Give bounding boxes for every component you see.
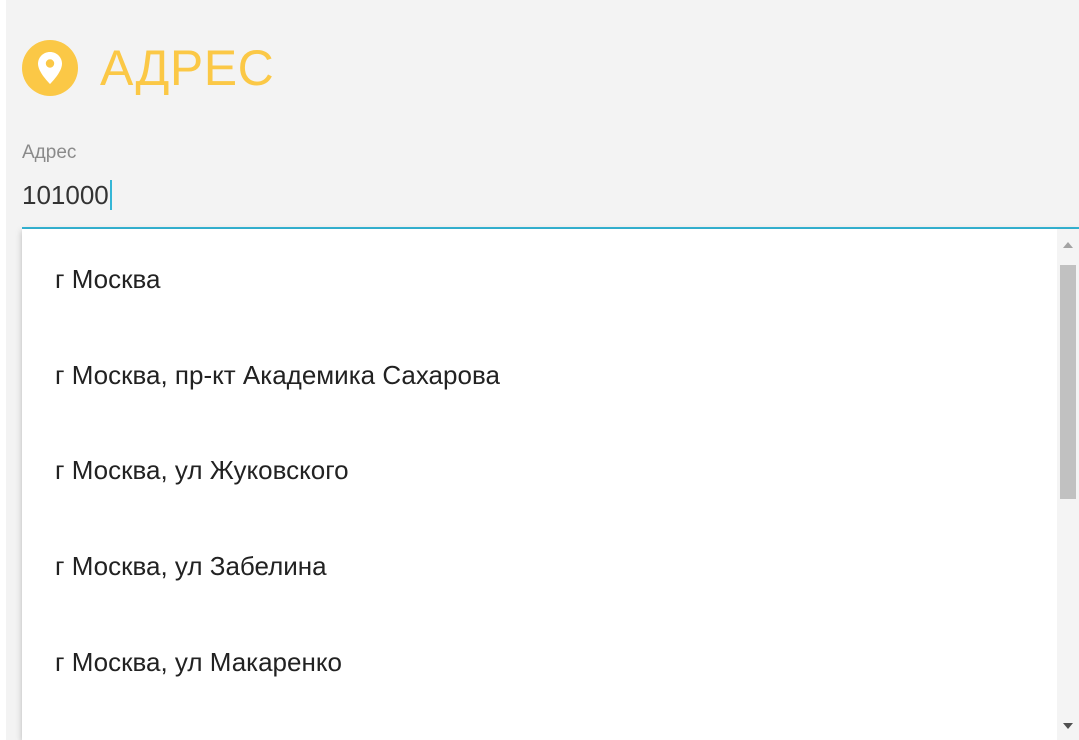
section-title: АДРЕС: [100, 40, 275, 96]
suggestion-label: г Москва, пр-кт Академика Сахарова: [55, 359, 500, 390]
suggestion-option[interactable]: г Москва, пр-кт Академика Сахарова: [22, 327, 1054, 423]
suggestion-label: г Москва: [55, 263, 161, 294]
scroll-up-arrow-icon[interactable]: [1057, 235, 1079, 255]
suggestion-option[interactable]: г Москва, ул Макаренко: [22, 614, 1054, 710]
scroll-down-arrow-icon[interactable]: [1057, 716, 1079, 736]
map-pin-glyph: [38, 52, 62, 84]
suggestion-label: г Москва, ул Жуковского: [55, 454, 349, 485]
suggestion-option[interactable]: г Москва: [22, 231, 1054, 327]
section-header: АДРЕС: [22, 38, 274, 98]
address-field-label: Адрес: [22, 142, 77, 163]
suggestion-option[interactable]: г Москва, ул Забелина: [22, 518, 1054, 614]
suggestion-label: г Москва, ул Забелина: [55, 550, 327, 581]
suggestion-label: г Москва, ул Макаренко: [55, 646, 342, 677]
map-pin-icon: [22, 40, 78, 96]
dropdown-scrollbar[interactable]: [1057, 229, 1079, 740]
scrollbar-thumb[interactable]: [1060, 265, 1076, 499]
address-section: АДРЕС Адрес 101000 г Москва г Москва, пр…: [0, 0, 1079, 740]
suggestion-option[interactable]: г Москва, ул Жуковского: [22, 422, 1054, 518]
left-edge-divider: [0, 0, 6, 740]
address-suggestions-dropdown[interactable]: г Москва г Москва, пр-кт Академика Сахар…: [22, 229, 1079, 740]
text-caret: [109, 180, 112, 210]
address-input[interactable]: 101000: [22, 166, 1079, 224]
address-input-value[interactable]: 101000: [22, 180, 109, 211]
